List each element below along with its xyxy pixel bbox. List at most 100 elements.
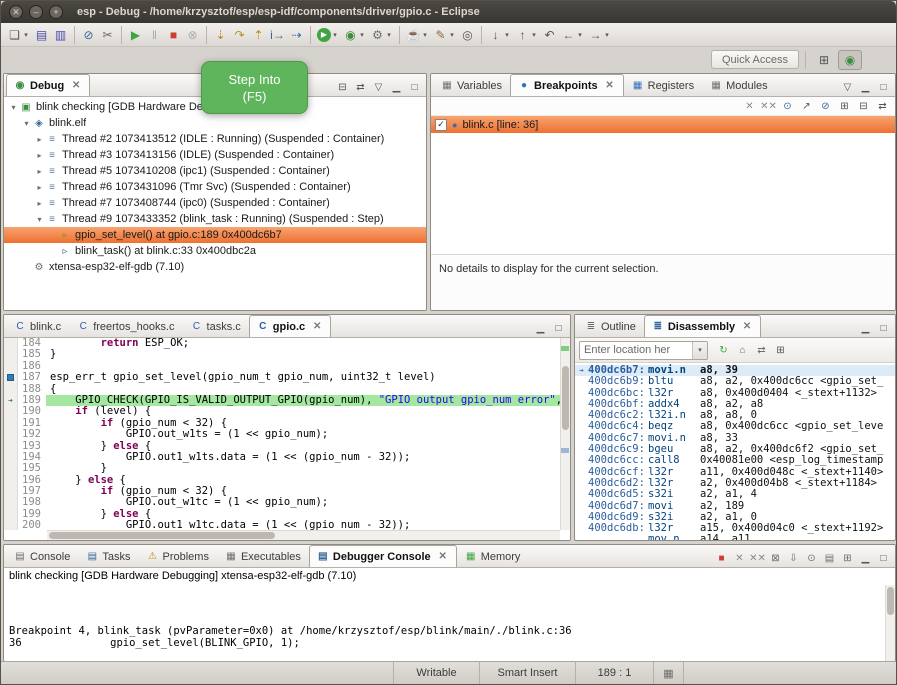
scroll-lock-button[interactable]: ⇩	[785, 550, 802, 567]
save-button[interactable]: ▤	[32, 25, 51, 45]
tab-debugger-console[interactable]: ▤Debugger Console✕	[309, 545, 457, 567]
maximize-button[interactable]: □	[875, 550, 892, 567]
debug-tree-item[interactable]: ▸gpio_set_level() at gpio.c:189 0x400dc6…	[4, 227, 426, 243]
tab-blink-c[interactable]: Cblink.c	[6, 315, 69, 337]
tab-close-icon[interactable]: ✕	[604, 80, 616, 91]
tab-outline[interactable]: ≣Outline	[577, 315, 644, 337]
open-task-button[interactable]: ✎▾	[431, 25, 458, 45]
expander-closed-icon[interactable]: ▸	[34, 135, 45, 144]
step-into-button[interactable]: ⇣	[211, 25, 230, 45]
refresh-button[interactable]: ↻	[715, 342, 732, 359]
expander-closed-icon[interactable]: ▸	[34, 183, 45, 192]
debug-tree-item[interactable]: ▹blink_task() at blink.c:33 0x400dbc2a	[4, 243, 426, 259]
expand-all-button[interactable]: ⊞	[836, 98, 853, 115]
tab-problems[interactable]: ⚠Problems	[138, 545, 216, 567]
tab-tasks-c[interactable]: Ctasks.c	[183, 315, 249, 337]
debug-launch-tree[interactable]: ▾▣blink checking [GDB Hardware Debugging…	[4, 97, 426, 310]
back-button[interactable]: ←▾	[559, 25, 586, 45]
debug-tree-item[interactable]: ▸≡Thread #6 1073431096 (Tmr Svc) (Suspen…	[4, 179, 426, 195]
remove-all-launches-button[interactable]: ✕✕	[749, 550, 766, 567]
tab-debug[interactable]: ◉Debug✕	[6, 74, 90, 96]
tab-modules[interactable]: ▦Modules	[702, 74, 776, 96]
link-with-debug-button[interactable]: ⇄	[874, 98, 891, 115]
tab-freertos-hooks-c[interactable]: Cfreertos_hooks.c	[69, 315, 182, 337]
breakpoints-list-area[interactable]	[431, 133, 895, 254]
overview-marker-blue[interactable]	[561, 448, 569, 453]
view-menu-button[interactable]: ▽	[839, 79, 856, 96]
window-close-button[interactable]: ✕	[9, 5, 23, 19]
breakpoint-row[interactable]: ✓●blink.c [line: 36]	[431, 116, 895, 133]
expander-open-icon[interactable]: ▾	[34, 215, 45, 224]
overview-marker-green[interactable]	[561, 346, 569, 351]
minimize-button[interactable]: ▁	[857, 320, 874, 337]
last-edit-location-button[interactable]: ↶	[540, 25, 559, 45]
window-minimize-button[interactable]: –	[29, 5, 43, 19]
resume-button[interactable]: ▶	[126, 25, 145, 45]
tab-close-icon[interactable]: ✕	[437, 551, 449, 562]
console-vertical-scrollbar[interactable]	[885, 585, 895, 661]
maximize-button[interactable]: □	[550, 320, 567, 337]
scrollbar-thumb[interactable]	[562, 366, 569, 430]
use-step-filters-button[interactable]: ⇢	[287, 25, 306, 45]
collapse-all-button[interactable]: ⊟	[855, 98, 872, 115]
expander-open-icon[interactable]: ▾	[8, 103, 19, 112]
view-menu-button[interactable]: ▽	[370, 79, 387, 96]
sync-button[interactable]: ⇄	[753, 342, 770, 359]
show-breakpoints-for-button[interactable]: ⊙	[779, 98, 796, 115]
minimize-button[interactable]: ▁	[388, 79, 405, 96]
tab-close-icon[interactable]: ✕	[70, 80, 82, 91]
editor-horizontal-scrollbar[interactable]	[47, 530, 560, 540]
debug-tree-item[interactable]: ▸≡Thread #7 1073408744 (ipc0) (Suspended…	[4, 195, 426, 211]
link-with-debug-button[interactable]: ⇄	[352, 79, 369, 96]
location-input[interactable]	[580, 342, 692, 358]
display-console-button[interactable]: ▤	[821, 550, 838, 567]
maximize-button[interactable]: □	[875, 320, 892, 337]
tab-disassembly[interactable]: ≣Disassembly✕	[644, 315, 761, 337]
step-return-button[interactable]: ⇡	[249, 25, 268, 45]
collapse-all-button[interactable]: ⊟	[334, 79, 351, 96]
tab-gpio-c[interactable]: Cgpio.c✕	[249, 315, 331, 337]
clear-console-button[interactable]: ⊠	[767, 550, 784, 567]
window-maximize-button[interactable]: +	[49, 5, 63, 19]
remove-breakpoint-button[interactable]: ✕	[741, 98, 758, 115]
editor-vertical-scrollbar[interactable]	[560, 338, 570, 530]
terminate-button[interactable]: ■	[164, 25, 183, 45]
remove-all-breakpoints-button[interactable]: ✕✕	[760, 98, 777, 115]
minimize-button[interactable]: ▁	[857, 550, 874, 567]
terminate-button[interactable]: ■	[713, 550, 730, 567]
tab-breakpoints[interactable]: ●Breakpoints✕	[510, 74, 624, 96]
new-wizard-button[interactable]: ❏▾	[5, 25, 32, 45]
expander-closed-icon[interactable]: ▸	[34, 151, 45, 160]
skip-all-breakpoints-button[interactable]: ⊘	[79, 25, 98, 45]
maximize-button[interactable]: □	[406, 79, 423, 96]
expander-closed-icon[interactable]: ▸	[34, 167, 45, 176]
disconnect-button[interactable]: ⊗	[183, 25, 202, 45]
tab-executables[interactable]: ▦Executables	[217, 545, 309, 567]
disassembly-listing[interactable]: ➔400dc6b7:movi.na8, 39400dc6b9:bltua8, a…	[575, 363, 895, 540]
instruction-stepping-button[interactable]: i→	[268, 25, 287, 45]
tab-console[interactable]: ▤Console	[6, 545, 78, 567]
run-button[interactable]: ▶▾	[315, 25, 341, 45]
open-console-button[interactable]: ⊞	[839, 550, 856, 567]
tab-memory[interactable]: ▦Memory	[457, 545, 529, 567]
maximize-button[interactable]: □	[875, 79, 892, 96]
debug-tree-item[interactable]: ▾◈blink.elf	[4, 115, 426, 131]
tab-registers[interactable]: ▦Registers	[624, 74, 702, 96]
code-editor[interactable]: 184 return ESP_OK;185}186187esp_err_t gp…	[4, 338, 570, 540]
console-output[interactable]: Breakpoint 4, blink_task (pvParameter=0x…	[4, 585, 895, 661]
expand-all-button[interactable]: ⊞	[772, 342, 789, 359]
tab-variables[interactable]: ▦Variables	[433, 74, 510, 96]
tab-close-icon[interactable]: ✕	[741, 321, 753, 332]
tab-close-icon[interactable]: ✕	[311, 321, 323, 332]
debug-button[interactable]: ◉▾	[341, 25, 368, 45]
save-all-button[interactable]: ▥	[51, 25, 70, 45]
external-tools-button[interactable]: ⚙▾	[368, 25, 395, 45]
forward-button[interactable]: →▾	[586, 25, 613, 45]
location-combo-dropdown[interactable]: ▾	[692, 342, 707, 359]
debug-tree-item[interactable]: ▸≡Thread #3 1073413156 (IDLE) (Suspended…	[4, 147, 426, 163]
open-perspective-button[interactable]: ⊞	[812, 50, 836, 70]
debug-tree-item[interactable]: ▸≡Thread #2 1073413512 (IDLE : Running) …	[4, 131, 426, 147]
suspend-button[interactable]: ‖	[145, 25, 164, 45]
breakpoint-checkbox[interactable]: ✓	[435, 119, 447, 131]
tab-tasks[interactable]: ▤Tasks	[78, 545, 138, 567]
